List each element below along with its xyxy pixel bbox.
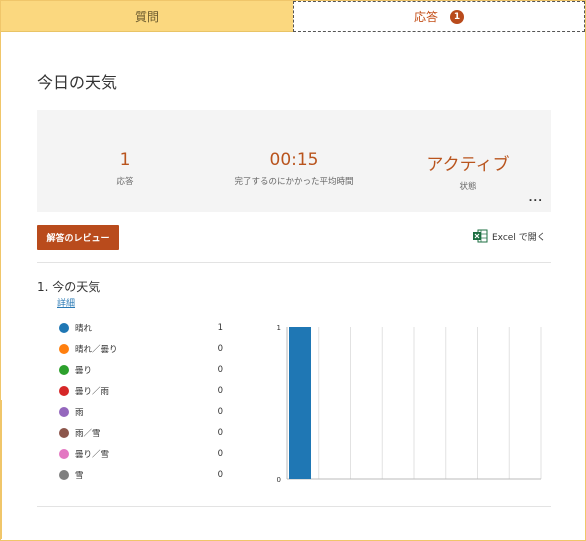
legend-swatch	[59, 449, 69, 459]
legend-swatch	[59, 470, 69, 480]
legend-item: 晴れ 1	[59, 321, 223, 335]
legend-count: 0	[217, 344, 223, 354]
chart-y-tick-label: 0	[277, 476, 281, 484]
legend-item: 曇り 0	[59, 363, 223, 377]
stat-average-time: 00:15 完了するのにかかった平均時間	[209, 150, 379, 187]
question-title: 1. 今の天気	[37, 280, 101, 294]
details-link[interactable]: 詳細	[57, 296, 75, 309]
more-options-button[interactable]: ...	[529, 193, 543, 204]
open-in-excel-label: Excel で開く	[492, 232, 546, 243]
tab-responses[interactable]: 応答 1	[293, 1, 585, 32]
legend-label: 雪	[75, 471, 84, 481]
tab-questions[interactable]: 質問	[1, 1, 293, 32]
tab-questions-label: 質問	[134, 9, 159, 24]
legend-label: 晴れ	[75, 324, 93, 334]
review-answers-button[interactable]: 解答のレビュー	[37, 225, 119, 250]
chart-y-tick-label: 1	[277, 324, 281, 332]
legend-item: 曇り／雪 0	[59, 447, 223, 461]
chart-bar	[289, 327, 311, 479]
legend-count: 0	[217, 365, 223, 375]
legend-swatch	[59, 323, 69, 333]
legend-label: 曇り	[75, 366, 93, 376]
stat-responses: 1 応答	[95, 150, 155, 187]
legend-count: 0	[217, 428, 223, 438]
app-frame: 質問 応答 1 今日の天気 1 応答 00:15 完了するのにかかった平均時間 …	[0, 0, 586, 541]
tab-bar: 質問 応答 1	[1, 1, 585, 32]
legend-label: 雨	[75, 408, 84, 418]
stat-status: アクティブ 状態	[413, 150, 523, 192]
stat-average-time-label: 完了するのにかかった平均時間	[234, 177, 354, 187]
divider	[37, 262, 551, 263]
legend-item: 曇り／雨 0	[59, 384, 223, 398]
legend-item: 雪0	[59, 468, 223, 482]
legend-count: 0	[217, 407, 223, 417]
open-in-excel-link[interactable]: Excel で開く	[473, 229, 546, 243]
tab-responses-label: 応答	[413, 10, 438, 24]
summary-panel: 1 応答 00:15 完了するのにかかった平均時間 アクティブ 状態 ...	[37, 110, 551, 212]
stat-average-time-value: 00:15	[269, 150, 319, 170]
page-title: 今日の天気	[37, 73, 118, 92]
stat-responses-label: 応答	[116, 177, 134, 187]
legend-swatch	[59, 428, 69, 438]
legend-swatch	[59, 386, 69, 396]
legend-item: 雨0	[59, 405, 223, 419]
stat-responses-value: 1	[119, 150, 131, 170]
legend-count: 0	[217, 470, 223, 480]
legend-swatch	[59, 365, 69, 375]
legend-item: 晴れ／曇り 0	[59, 342, 223, 356]
stat-status-label: 状態	[459, 182, 477, 192]
legend-label: 曇り／雪	[75, 450, 110, 460]
legend-label: 雨／雪	[75, 429, 101, 439]
frame-edge	[0, 400, 2, 539]
legend-item: 雨／雪 0	[59, 426, 223, 440]
legend-count: 1	[217, 323, 223, 333]
stat-status-value: アクティブ	[426, 155, 510, 175]
results-chart: 10	[277, 324, 542, 484]
legend-label: 曇り／雨	[75, 387, 110, 397]
legend-label: 晴れ／曇り	[75, 345, 118, 355]
divider	[37, 506, 551, 507]
legend-count: 0	[217, 386, 223, 396]
legend-swatch	[59, 407, 69, 417]
legend-count: 0	[217, 449, 223, 459]
legend-swatch	[59, 344, 69, 354]
excel-icon	[473, 229, 488, 243]
responses-count-badge: 1	[450, 9, 464, 24]
